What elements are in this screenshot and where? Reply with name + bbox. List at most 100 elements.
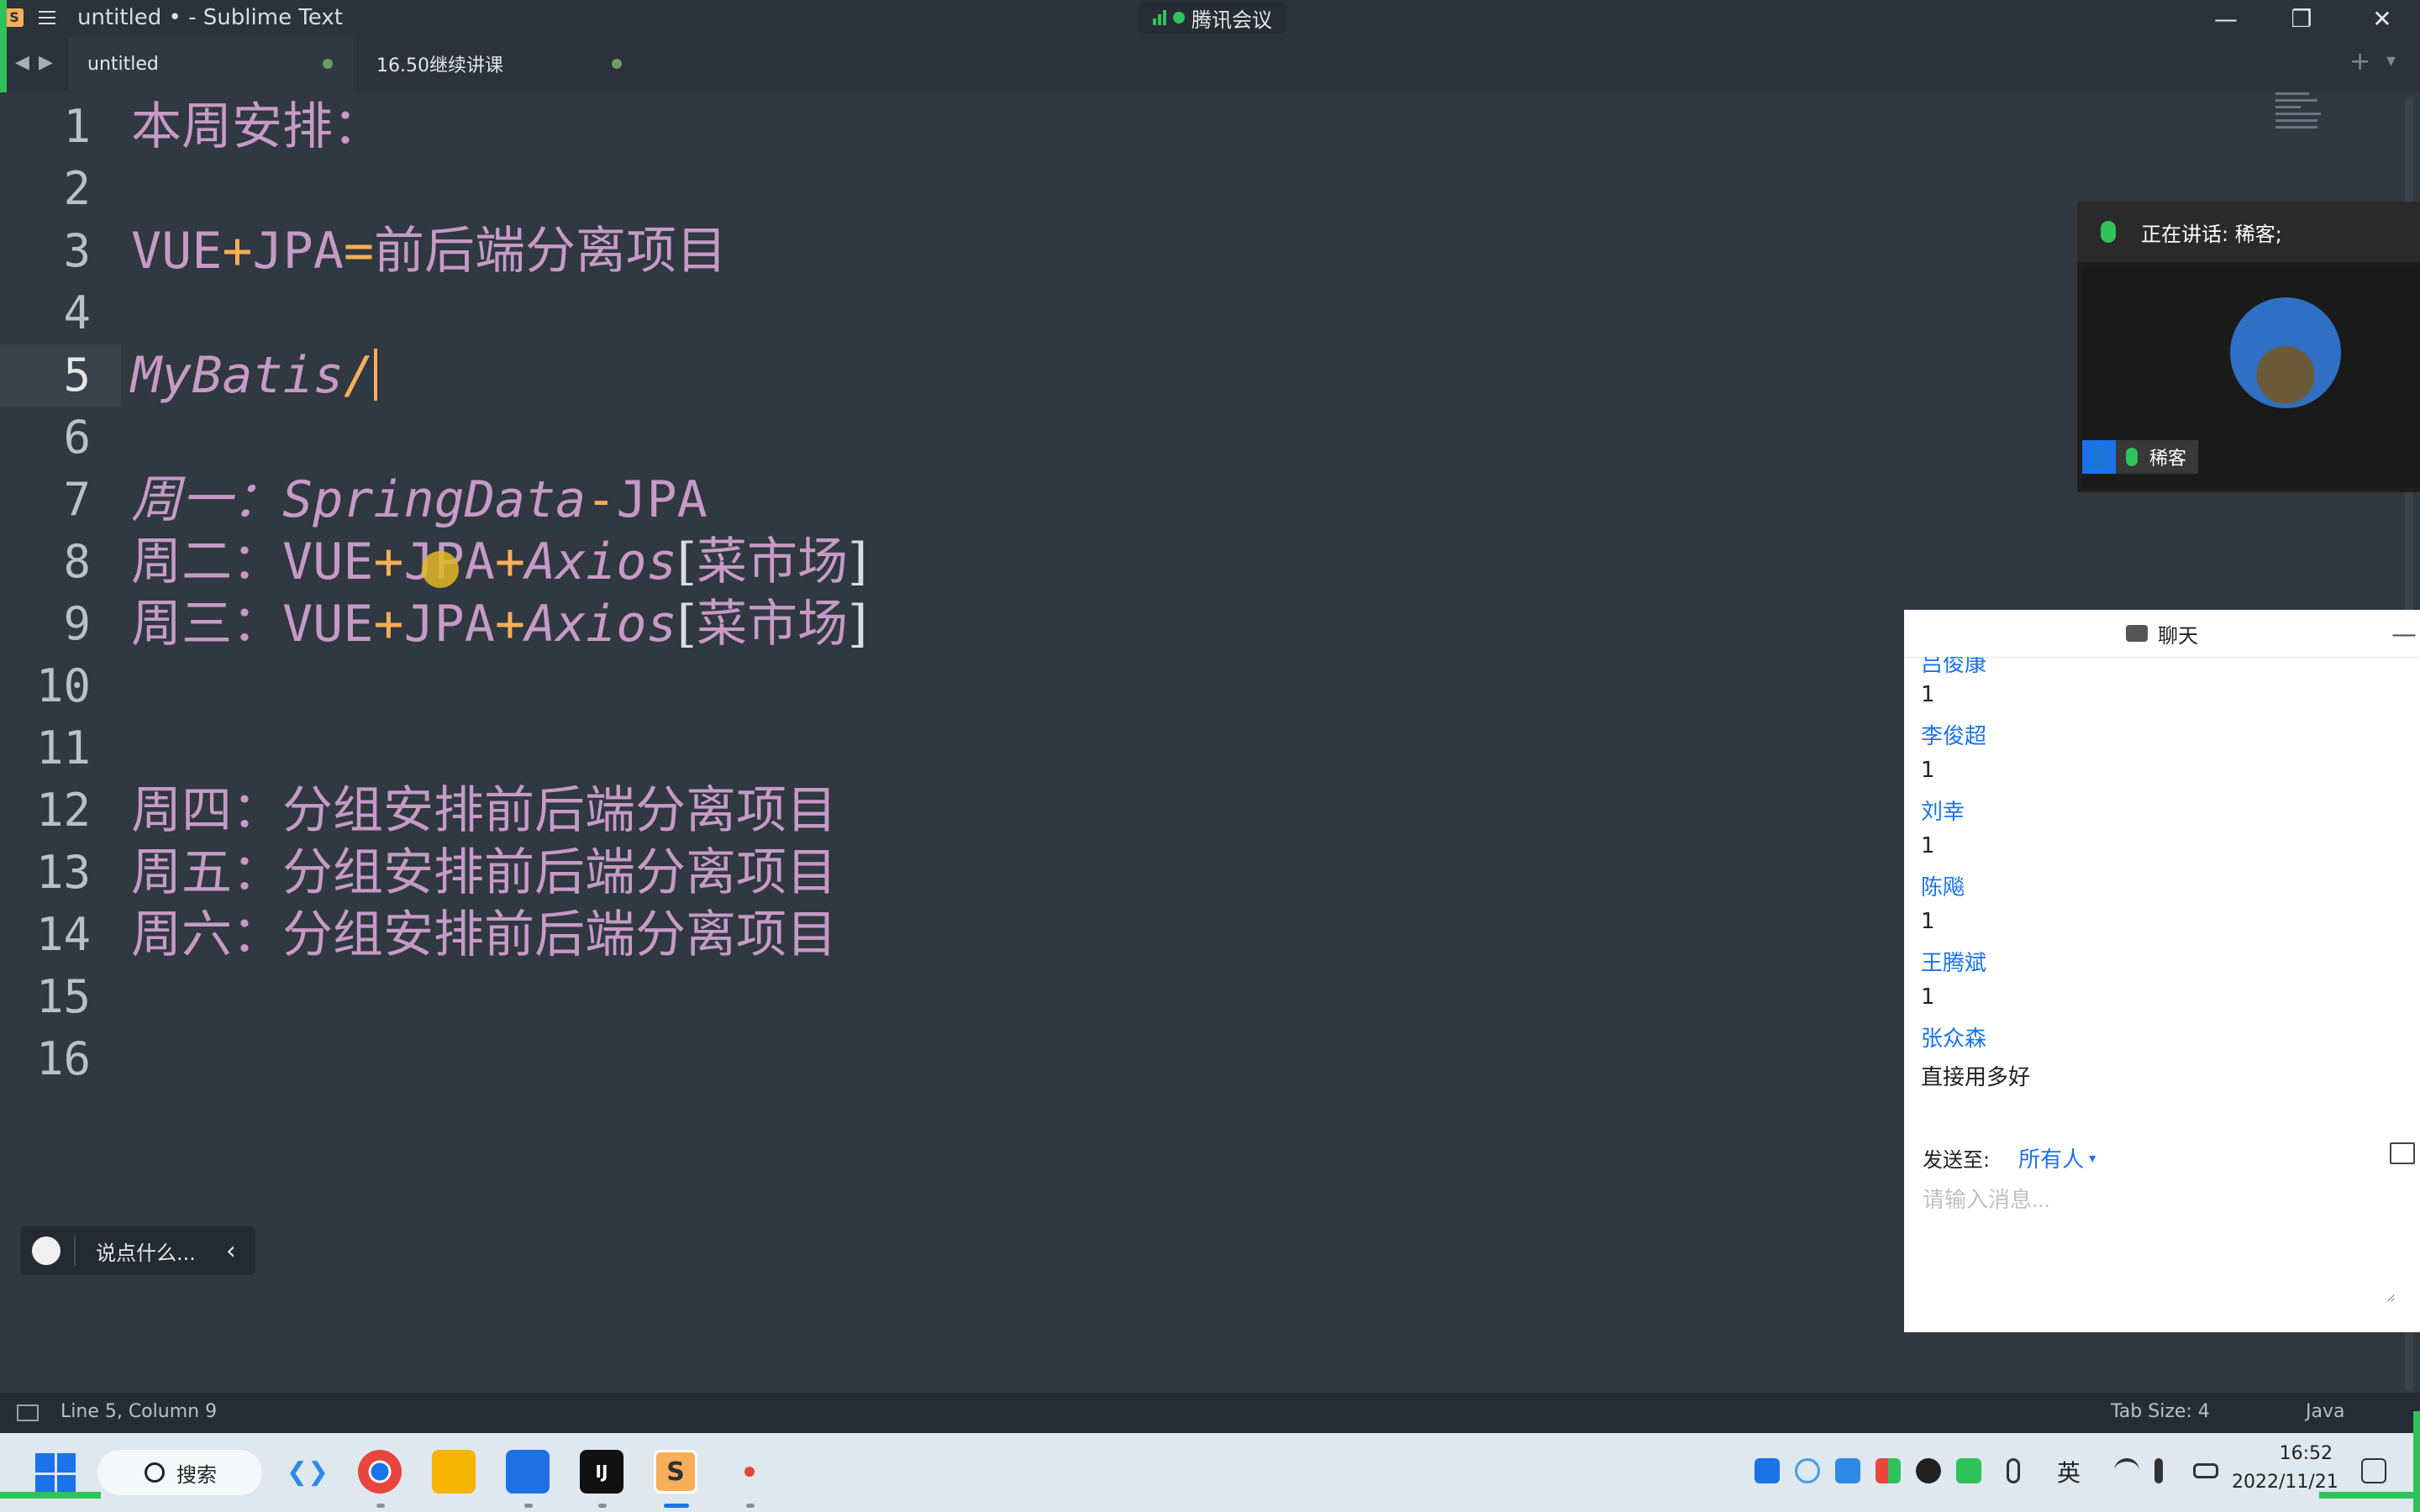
tray-app-icon[interactable] (1876, 1458, 1901, 1483)
tab-label: untitled (87, 53, 159, 75)
recorder-icon[interactable] (728, 1450, 771, 1494)
screen-share-frame (2319, 1492, 2420, 1499)
tab-size-selector[interactable]: Tab Size: 4 (2111, 1401, 2210, 1422)
message-sender: 王腾斌 (1921, 951, 1987, 976)
message-sender: 陈飚 (1921, 875, 1965, 900)
chat-minimize-button[interactable]: — (2391, 620, 2417, 649)
intellij-idea-icon[interactable]: IJ (580, 1450, 623, 1494)
meeting-name: 腾讯会议 (1192, 8, 1272, 32)
syntax-selector[interactable]: Java (2306, 1401, 2344, 1422)
code-text: 周三： (131, 595, 282, 654)
line-number[interactable]: 2 (0, 158, 91, 220)
search-label: 搜索 (176, 1462, 217, 1487)
chat-message-list[interactable]: 吕俊康 1 李俊超 1 刘幸 1 陈飚 1 王腾斌 1 张众森 直接用多好 (1921, 657, 2408, 1110)
chat-message-input[interactable] (1921, 1181, 2395, 1302)
nav-forward-icon[interactable]: ▶ (39, 52, 53, 73)
running-indicator (746, 1504, 755, 1508)
clock-date[interactable]: 2022/11/21 (2232, 1472, 2338, 1493)
line-number[interactable]: 5 (0, 344, 121, 407)
volume-icon[interactable] (2154, 1458, 2163, 1483)
line-number[interactable]: 11 (0, 717, 91, 780)
code-line-13: 周五：分组安排前后端分离项目 (131, 842, 837, 904)
line-number[interactable]: 10 (0, 655, 91, 717)
panel-toggle-icon[interactable] (17, 1404, 39, 1421)
speaker-video-tile[interactable]: 👤 稀客 (2082, 267, 2420, 487)
divider (74, 1236, 76, 1266)
message-text: 1 (1921, 833, 1935, 858)
hamburger-menu-icon[interactable] (39, 11, 55, 24)
meeting-indicator[interactable]: 腾讯会议 (1139, 2, 1286, 34)
sublime-text-taskbar-icon[interactable]: S (654, 1450, 697, 1494)
code-line-3: VUE+JPA=前后端分离项目 (131, 220, 727, 282)
new-tab-icon[interactable]: + (2349, 47, 2370, 76)
send-to-dropdown[interactable]: 所有人 (2018, 1142, 2084, 1173)
vscode-icon[interactable]: ❮❯ (286, 1450, 329, 1494)
chrome-icon[interactable] (358, 1450, 402, 1494)
code-token: VUE (282, 533, 374, 591)
file-folder-icon[interactable] (2390, 1142, 2415, 1164)
line-number[interactable]: 7 (0, 469, 91, 531)
taskbar-search[interactable]: 搜索 (97, 1450, 262, 1495)
line-number[interactable]: 9 (0, 593, 91, 655)
tab-list-icon[interactable]: ▾ (2386, 50, 2396, 71)
chat-title: 聊天 (2158, 623, 2198, 648)
code-line-14: 周六：分组安排前后端分离项目 (131, 904, 837, 966)
line-number[interactable]: 8 (0, 531, 91, 593)
line-number[interactable]: 1 (0, 96, 91, 158)
line-number[interactable]: 12 (0, 780, 91, 842)
code-operator: - (586, 470, 617, 529)
line-number[interactable]: 13 (0, 842, 91, 904)
line-number[interactable]: 4 (0, 282, 91, 344)
windows-start-icon[interactable] (35, 1453, 76, 1494)
tray-app-icon[interactable] (1835, 1458, 1860, 1483)
clock-time[interactable]: 16:52 (2249, 1443, 2333, 1464)
close-button[interactable]: ✕ (2344, 0, 2420, 37)
code-text: 周一： (131, 470, 282, 529)
message-sender: 吕俊康 (1921, 657, 1987, 677)
code-line-5: MyBatis/ (131, 344, 377, 407)
line-number[interactable]: 15 (0, 966, 91, 1028)
message-text: 1 (1921, 682, 1935, 707)
sublime-logo-icon[interactable]: S (5, 8, 24, 27)
qq-icon[interactable] (1916, 1458, 1941, 1483)
search-icon (145, 1462, 165, 1483)
reaction-bar[interactable]: 说点什么... ‹ (20, 1226, 255, 1275)
microphone-icon (2126, 448, 2138, 466)
notification-bell-icon[interactable] (2361, 1458, 2386, 1483)
emoji-smile-icon[interactable] (32, 1236, 60, 1265)
tray-app-icon[interactable] (1795, 1458, 1820, 1483)
speaker-avatar (2230, 297, 2341, 408)
code-operator: + (494, 533, 525, 591)
line-number[interactable]: 14 (0, 904, 91, 966)
code-text: 菜市场 (697, 595, 849, 654)
collapse-chevron-icon[interactable]: ‹ (226, 1236, 236, 1266)
minimize-button[interactable]: — (2188, 0, 2264, 37)
microphone-icon[interactable] (2007, 1458, 2020, 1483)
message-sender: 刘幸 (1921, 800, 1965, 825)
dropdown-caret-icon[interactable]: ▾ (2089, 1150, 2096, 1166)
line-number[interactable]: 6 (0, 407, 91, 469)
wifi-icon[interactable] (2114, 1458, 2139, 1483)
code-text: 周二： (131, 533, 282, 591)
code-token: MyBatis (131, 346, 344, 405)
code-line-1: 本周安排： (131, 96, 383, 158)
line-number[interactable]: 3 (0, 220, 91, 282)
line-number[interactable]: 16 (0, 1028, 91, 1090)
tray-app-icon[interactable] (1754, 1458, 1780, 1483)
speaker-panel: 正在讲话: 稀客; 👤 稀客 (2077, 202, 2420, 492)
maximize-button[interactable]: ❐ (2264, 0, 2339, 37)
ime-language-indicator[interactable]: 英 (2057, 1455, 2081, 1488)
window-title: untitled • - Sublime Text (77, 5, 343, 30)
minimap[interactable] (2275, 92, 2326, 143)
tab-16-50[interactable]: 16.50继续讲课 (353, 37, 630, 91)
tab-untitled[interactable]: untitled (69, 37, 353, 91)
security-shield-icon[interactable] (1956, 1458, 1981, 1483)
photos-icon[interactable] (506, 1450, 550, 1494)
message-text: 直接用多好 (1921, 1065, 2031, 1090)
file-explorer-icon[interactable] (432, 1450, 476, 1494)
code-token: SpringData (282, 470, 587, 529)
reaction-input-placeholder[interactable]: 说点什么... (96, 1236, 196, 1266)
nav-back-icon[interactable]: ◀ (15, 52, 29, 73)
battery-icon[interactable] (2193, 1463, 2218, 1478)
code-bracket: ] (848, 595, 868, 654)
